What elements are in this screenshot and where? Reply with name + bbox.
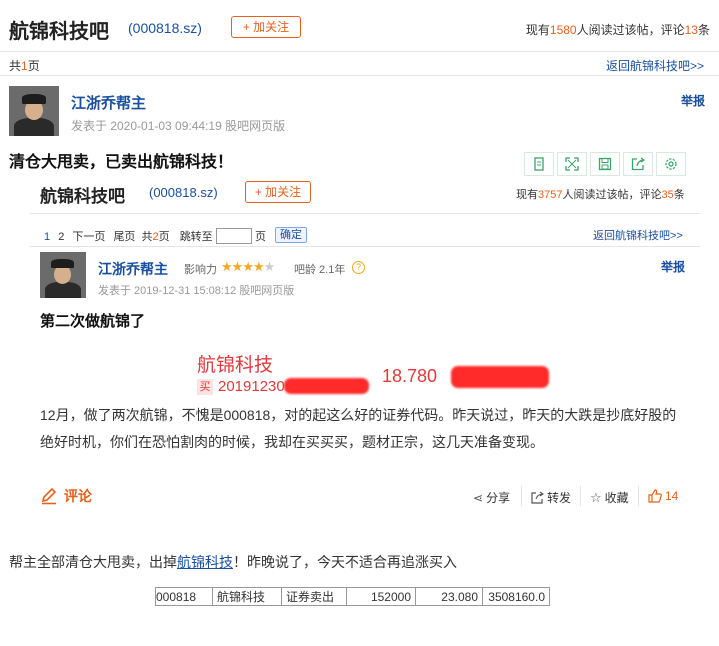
thumbs-up-icon bbox=[648, 489, 662, 503]
share-out-icon[interactable] bbox=[623, 152, 653, 176]
quoted-read-stats: 现有3757人阅读过该帖，评论35条 bbox=[516, 189, 685, 201]
page-link-2[interactable]: 2 bbox=[58, 231, 64, 243]
page-link-1[interactable]: 1 bbox=[44, 231, 50, 243]
quoted-avatar[interactable] bbox=[40, 252, 86, 298]
forward-button[interactable]: 转发 bbox=[531, 489, 571, 506]
next-page-link[interactable]: 下一页 bbox=[72, 231, 105, 243]
quoted-follow-button[interactable]: + 加关注 bbox=[245, 181, 311, 203]
like-button[interactable]: 14 bbox=[648, 489, 678, 503]
trade-stock-name: 航锦科技 bbox=[197, 355, 274, 376]
quoted-post-title: 第二次做航锦了 bbox=[40, 313, 146, 330]
star-icon: ★ bbox=[221, 259, 233, 274]
table-row: 000818 航锦科技 证券卖出 152000 23.080 3508160.0 bbox=[155, 587, 550, 606]
trade-table: 000818 航锦科技 证券卖出 152000 23.080 3508160.0 bbox=[155, 587, 550, 606]
pager-divider bbox=[0, 75, 719, 76]
pencil-icon bbox=[41, 487, 57, 505]
quoted-author-name[interactable]: 江浙乔帮主 bbox=[98, 259, 168, 279]
quoted-post-body: 12月，做了两次航锦，不愧是000818，对的起这么好的证券代码。昨天说过，昨天… bbox=[40, 407, 677, 450]
goto-page-input[interactable] bbox=[216, 228, 252, 244]
quoted-pager-divider bbox=[30, 246, 700, 247]
share-icon: ⋖ bbox=[473, 490, 484, 505]
table-cell: 23.080 bbox=[415, 587, 483, 606]
help-icon[interactable]: ? bbox=[352, 261, 365, 274]
post-title: 清仓大甩卖，已卖出航锦科技！ bbox=[9, 154, 234, 171]
action-divider bbox=[521, 486, 522, 506]
stock-link[interactable]: 航锦科技 bbox=[177, 554, 233, 570]
table-cell: 证券卖出 bbox=[281, 587, 347, 606]
quoted-forum-title[interactable]: 航锦科技吧 bbox=[40, 182, 125, 207]
redaction-mark bbox=[284, 378, 369, 394]
redaction-mark bbox=[451, 366, 549, 388]
quoted-pager: 1 2 下一页 尾页 共2页 跳转至 bbox=[44, 231, 213, 243]
quoted-stock-code: (000818.sz) bbox=[149, 185, 218, 200]
reader-count: 1580 bbox=[549, 23, 577, 37]
influence-stars: ★★★★★ bbox=[221, 259, 276, 275]
header-divider bbox=[0, 51, 719, 52]
stock-code: (000818.sz) bbox=[128, 20, 202, 36]
star-empty-icon: ★ bbox=[263, 259, 276, 274]
action-divider bbox=[638, 486, 639, 506]
save-icon[interactable] bbox=[590, 152, 620, 176]
forward-icon bbox=[531, 491, 544, 504]
trade-date: 20191230 bbox=[218, 378, 285, 395]
trade-price: 18.780 bbox=[382, 366, 438, 386]
post-footer-text: 帮主全部清仓大甩卖，出掉航锦科技！昨晚说了，今天不适合再追涨买入 bbox=[9, 554, 457, 570]
star-outline-icon: ☆ bbox=[590, 489, 602, 505]
avatar[interactable] bbox=[9, 86, 59, 136]
collect-button[interactable]: ☆ 收藏 bbox=[590, 489, 629, 506]
confirm-button[interactable]: 确定 bbox=[275, 227, 307, 243]
star-half-icon: ★ bbox=[252, 259, 265, 274]
quoted-header-divider bbox=[30, 213, 700, 214]
quoted-meta: 发表于 2019-12-31 15:08:12 股吧网页版 bbox=[98, 285, 295, 297]
influence-label: 影响力 bbox=[184, 264, 217, 276]
forum-title[interactable]: 航锦科技吧 bbox=[9, 15, 109, 44]
table-cell: 3508160.0 bbox=[482, 587, 550, 606]
last-page-link[interactable]: 尾页 bbox=[113, 231, 135, 243]
comment-button[interactable]: 评论 bbox=[40, 486, 92, 506]
read-stats: 现有1580人阅读过该帖，评论13条 bbox=[525, 23, 710, 37]
star-icon: ★ bbox=[242, 259, 254, 274]
comment-count: 13 bbox=[684, 23, 698, 37]
back-to-forum-link[interactable]: 返回航锦科技吧>> bbox=[606, 57, 704, 74]
quoted-report-link[interactable]: 举报 bbox=[661, 258, 685, 275]
table-cell: 152000 bbox=[346, 587, 416, 606]
page-total: 共1页 bbox=[9, 59, 40, 73]
follow-button[interactable]: + 加关注 bbox=[231, 16, 301, 38]
forum-age: 吧龄 2.1年 bbox=[294, 264, 346, 276]
goto-suffix: 页 bbox=[255, 231, 266, 243]
action-divider bbox=[580, 486, 581, 506]
report-link[interactable]: 举报 bbox=[681, 92, 705, 109]
fullscreen-icon[interactable] bbox=[557, 152, 587, 176]
quoted-back-link[interactable]: 返回航锦科技吧>> bbox=[593, 227, 683, 243]
goto-label: 跳转至 bbox=[179, 231, 213, 243]
buy-tag: 买 bbox=[197, 379, 213, 395]
settings-icon[interactable] bbox=[656, 152, 686, 176]
star-icon: ★ bbox=[231, 259, 244, 274]
share-button[interactable]: ⋖ 分享 bbox=[473, 489, 510, 506]
author-name[interactable]: 江浙乔帮主 bbox=[71, 92, 146, 113]
table-cell: 航锦科技 bbox=[212, 587, 282, 606]
copy-icon[interactable] bbox=[524, 152, 554, 176]
table-cell: 000818 bbox=[155, 587, 213, 606]
post-meta: 发表于 2020-01-03 09:44:19 股吧网页版 bbox=[71, 119, 286, 133]
